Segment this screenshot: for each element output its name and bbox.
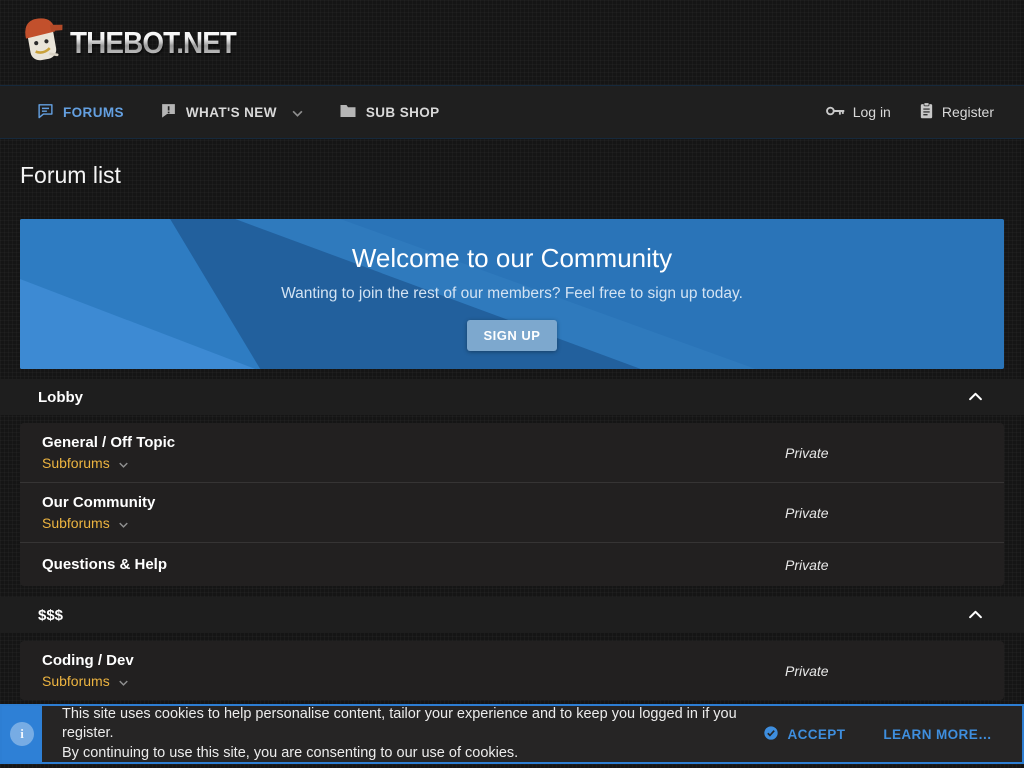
key-icon	[825, 104, 845, 121]
chevron-down-icon[interactable]	[292, 105, 303, 120]
nav-auth-links: Log in Register	[825, 102, 994, 122]
page-title: Forum list	[20, 162, 121, 188]
banner-subtitle: Wanting to join the rest of our members?…	[281, 285, 743, 302]
forum-title[interactable]: Our Community	[42, 494, 155, 511]
status-badge: Private	[785, 556, 829, 573]
forum-row[interactable]: General / Off Topic Subforums Private	[20, 423, 1004, 483]
login-label: Log in	[852, 104, 891, 120]
forum-list-lobby: General / Off Topic Subforums Private Ou…	[20, 423, 1004, 586]
cookie-message: This site uses cookies to help personali…	[42, 706, 763, 762]
forum-row[interactable]: Our Community Subforums Private	[20, 483, 1004, 543]
subforums-toggle[interactable]: Subforums	[42, 455, 128, 471]
forum-row[interactable]: Coding / Dev Subforums Private	[20, 641, 1004, 700]
nav-tab-whats-new[interactable]: WHAT'S NEW	[160, 102, 303, 122]
register-label: Register	[941, 104, 994, 120]
cookie-actions: ACCEPT LEARN MORE…	[763, 706, 1022, 762]
forum-title[interactable]: Coding / Dev	[42, 652, 134, 669]
subforums-toggle[interactable]: Subforums	[42, 673, 128, 689]
folder-icon	[339, 103, 357, 122]
info-icon: i	[10, 722, 34, 746]
forum-title[interactable]: Questions & Help	[42, 556, 167, 573]
main-nav: FORUMS WHAT'S NEW SUB SHOP Log in Regist…	[0, 85, 1024, 139]
section-title: $$$	[38, 606, 64, 624]
cookie-accent-panel: i	[2, 706, 42, 762]
chevron-up-icon[interactable]	[968, 388, 983, 406]
welcome-banner: Welcome to our Community Wanting to join…	[20, 219, 1004, 369]
accept-label: ACCEPT	[787, 726, 846, 742]
nav-tab-label: WHAT'S NEW	[185, 104, 277, 120]
section-title: Lobby	[38, 388, 83, 406]
forum-title[interactable]: General / Off Topic	[42, 434, 175, 451]
subforums-toggle[interactable]: Subforums	[42, 515, 128, 531]
banner-title: Welcome to our Community	[351, 243, 673, 273]
register-link[interactable]: Register	[919, 102, 994, 122]
forum-row[interactable]: Questions & Help Private	[20, 543, 1004, 586]
robot-mascot-icon	[18, 12, 66, 73]
status-badge: Private	[785, 504, 829, 521]
cookie-consent-bar: i This site uses cookies to help persona…	[0, 704, 1024, 764]
banner-content: Welcome to our Community Wanting to join…	[20, 219, 1004, 369]
nav-tab-sub-shop[interactable]: SUB SHOP	[339, 103, 440, 122]
cookie-message-line2: By continuing to use this site, you are …	[62, 744, 519, 761]
chevron-up-icon[interactable]	[968, 606, 983, 624]
chevron-down-icon	[118, 515, 128, 531]
status-badge: Private	[785, 444, 829, 461]
status-badge: Private	[785, 662, 829, 679]
subforums-label: Subforums	[42, 515, 110, 531]
site-logo[interactable]: THEBOT.NET	[18, 12, 255, 73]
login-link[interactable]: Log in	[825, 104, 891, 121]
cookie-message-line1: This site uses cookies to help personali…	[62, 705, 737, 742]
learn-more-button[interactable]: LEARN MORE…	[883, 727, 992, 742]
subforums-label: Subforums	[42, 455, 110, 471]
sign-up-button[interactable]: SIGN UP	[466, 320, 558, 351]
nav-tab-label: SUB SHOP	[365, 104, 440, 120]
chevron-down-icon	[118, 455, 128, 471]
accept-cookies-button[interactable]: ACCEPT	[763, 725, 845, 744]
site-title: THEBOT.NET	[70, 24, 237, 60]
section-header-lobby[interactable]: Lobby	[0, 379, 1024, 415]
nav-tab-label: FORUMS	[63, 104, 124, 120]
section-header-money[interactable]: $$$	[0, 597, 1024, 633]
subforums-label: Subforums	[42, 673, 110, 689]
clipboard-icon	[919, 102, 934, 122]
chat-bubble-icon	[37, 102, 54, 122]
chevron-down-icon	[118, 673, 128, 689]
check-circle-icon	[763, 725, 779, 744]
main-content: Forum list Welcome to our Community Want…	[0, 162, 1024, 700]
nav-tab-forums[interactable]: FORUMS	[37, 102, 124, 122]
site-header: THEBOT.NET	[0, 0, 1024, 85]
forum-list-money: Coding / Dev Subforums Private	[20, 641, 1004, 700]
alert-bubble-icon	[160, 102, 177, 122]
